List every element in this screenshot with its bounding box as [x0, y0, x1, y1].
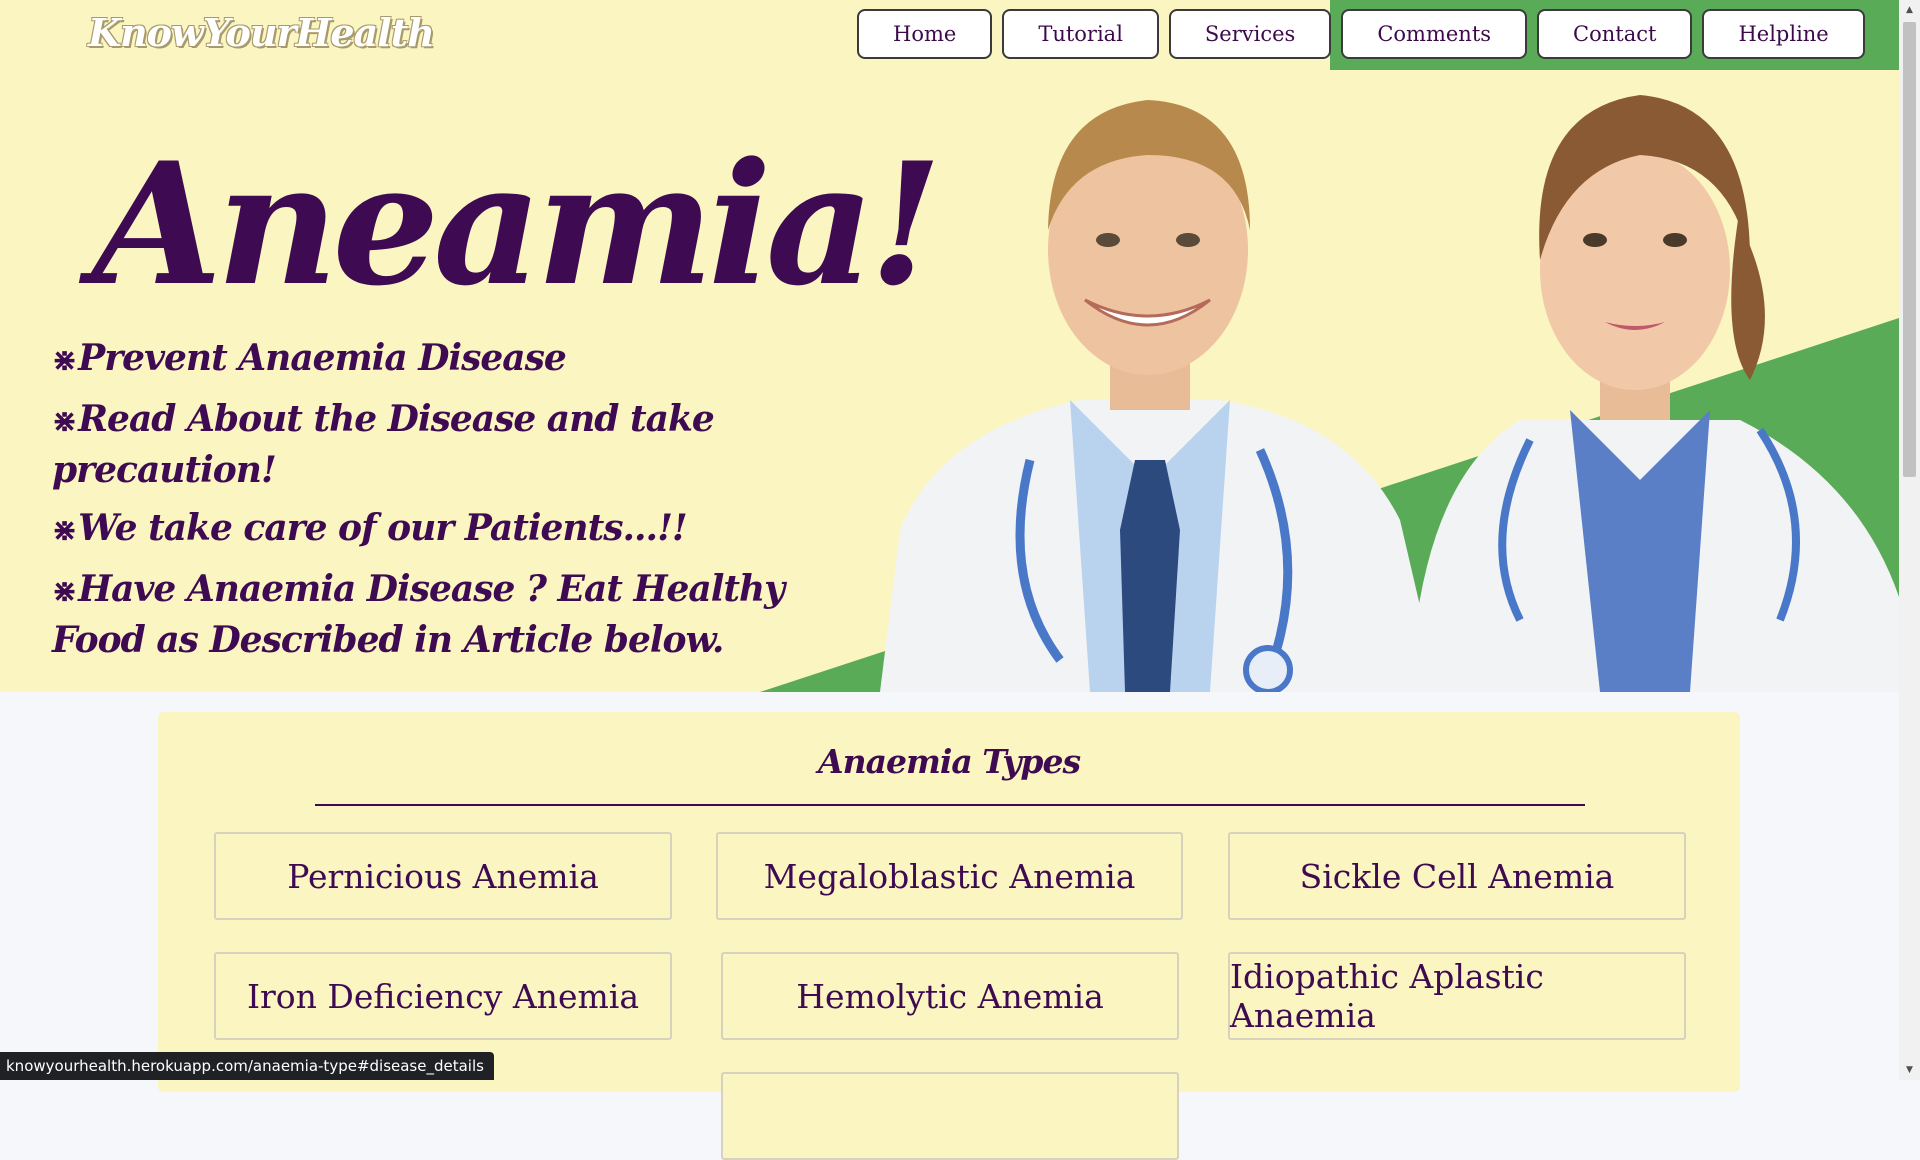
- type-idiopathic-aplastic-anaemia[interactable]: Idiopathic Aplastic Anaemia: [1228, 952, 1686, 1040]
- type-button-partial[interactable]: [721, 1072, 1179, 1160]
- scroll-up-arrow-icon[interactable]: ▲: [1899, 0, 1920, 20]
- hero-bullet: ⋇We take care of our Patients...!!: [52, 507, 688, 549]
- hero-bullet-list: ⋇Prevent Anaemia Disease ⋇Read About the…: [52, 334, 812, 674]
- type-hemolytic-anemia[interactable]: Hemolytic Anemia: [721, 952, 1179, 1040]
- type-iron-deficiency-anemia[interactable]: Iron Deficiency Anemia: [214, 952, 672, 1040]
- site-logo[interactable]: KnowYourHealth: [88, 10, 435, 55]
- hero-bullet: ⋇Have Anaemia Disease ? Eat Healthy Food…: [52, 568, 785, 661]
- bullet-star-icon: ⋇: [52, 513, 77, 548]
- bullet-star-icon: ⋇: [52, 574, 77, 609]
- hero-section: KnowYourHealth Home Tutorial Services Co…: [0, 0, 1899, 692]
- nav-helpline-button[interactable]: Helpline: [1702, 9, 1865, 59]
- type-sickle-cell-anemia[interactable]: Sickle Cell Anemia: [1228, 832, 1686, 920]
- nav-comments-button[interactable]: Comments: [1341, 9, 1528, 59]
- nav-contact-button[interactable]: Contact: [1537, 9, 1693, 59]
- nav-home-button[interactable]: Home: [857, 9, 993, 59]
- scroll-down-arrow-icon[interactable]: ▼: [1899, 1060, 1920, 1080]
- hero-bullet: ⋇Prevent Anaemia Disease: [52, 337, 567, 379]
- link-status-bar: knowyourhealth.herokuapp.com/anaemia-typ…: [0, 1052, 494, 1080]
- anaemia-types-title: Anaemia Types: [817, 742, 1081, 781]
- nav-services-button[interactable]: Services: [1168, 9, 1332, 59]
- female-doctor-figure: [1410, 95, 1899, 692]
- male-doctor-figure: [880, 100, 1440, 692]
- nav-tutorial-button[interactable]: Tutorial: [1002, 9, 1159, 59]
- type-pernicious-anemia[interactable]: Pernicious Anemia: [214, 832, 672, 920]
- anaemia-types-panel: Anaemia Types Pernicious Anemia Megalobl…: [158, 712, 1740, 1160]
- main-nav: Home Tutorial Services Comments Contact …: [857, 9, 1865, 59]
- title-divider: [315, 804, 1585, 806]
- page-scrollbar[interactable]: ▲ ▼: [1899, 0, 1920, 1080]
- doctors-image: [880, 95, 1899, 692]
- bullet-star-icon: ⋇: [52, 343, 77, 378]
- type-megaloblastic-anemia[interactable]: Megaloblastic Anemia: [716, 832, 1183, 920]
- hero-bullet: ⋇Read About the Disease and take precaut…: [52, 398, 715, 491]
- hero-title: Aneamia!: [92, 125, 942, 323]
- scrollbar-thumb[interactable]: [1903, 22, 1916, 477]
- bullet-star-icon: ⋇: [52, 404, 77, 439]
